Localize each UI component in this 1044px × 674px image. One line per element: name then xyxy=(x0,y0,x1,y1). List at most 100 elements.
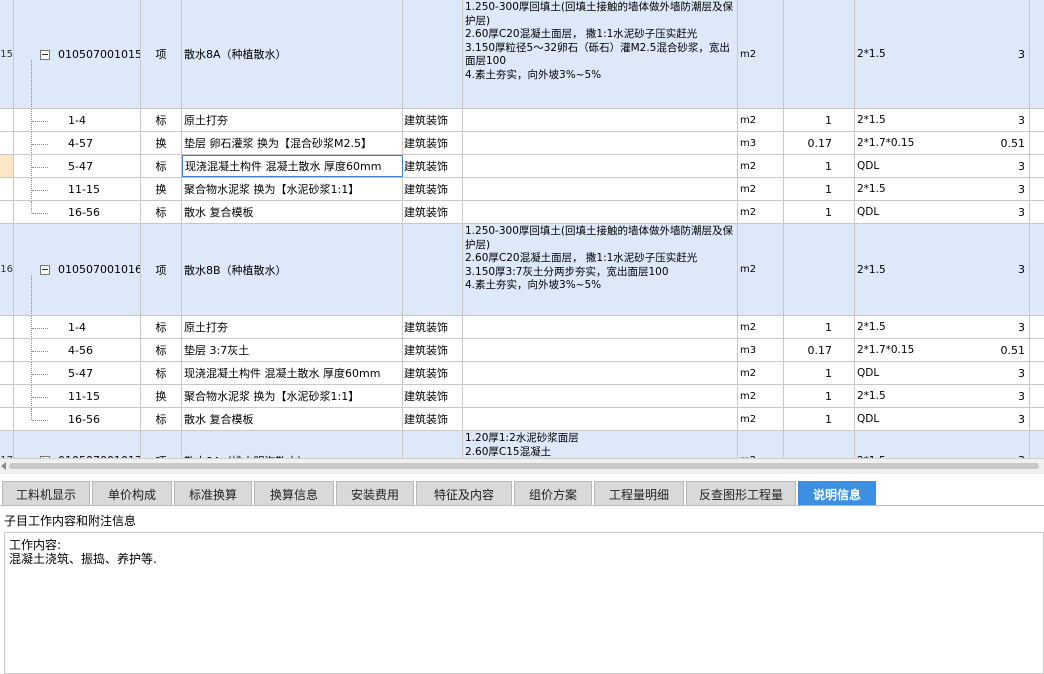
content-qty-cell[interactable]: 1 xyxy=(784,178,855,200)
tab-5[interactable]: 安装费用 xyxy=(336,481,414,506)
bill-item-row[interactable]: 15 010507001015 项散水8A（种植散水） 1.250-300厚回填土(回… xyxy=(0,0,1044,109)
type-cell[interactable]: 项 xyxy=(141,224,182,315)
code-cell[interactable]: 4-56 xyxy=(14,339,141,361)
quantity-cell[interactable]: 3 xyxy=(855,385,1030,407)
unit-cell[interactable]: m2 xyxy=(738,316,784,338)
type-cell[interactable]: 项 xyxy=(141,0,182,108)
quantity-cell[interactable]: 3 xyxy=(855,362,1030,384)
scroll-left-arrow-icon[interactable] xyxy=(1,462,6,470)
content-qty-cell[interactable]: 1 xyxy=(784,109,855,131)
quota-sub-row[interactable]: 5-47 标现浇混凝土构件 混凝土散水 厚度60mm 建筑装饰 m2 1 QDL 3 xyxy=(0,362,1044,385)
quota-sub-row[interactable]: 1-4 标原土打夯 建筑装饰 m2 1 2*1.5 3 xyxy=(0,316,1044,339)
name-cell[interactable]: 散水9A（排水明沟散水） xyxy=(182,431,403,458)
content-qty-cell[interactable]: 1 xyxy=(784,408,855,430)
tab-7[interactable]: 组价方案 xyxy=(514,481,592,506)
type-cell[interactable]: 换 xyxy=(141,385,182,407)
features-cell[interactable] xyxy=(463,362,738,384)
specialty-cell[interactable]: 建筑装饰 xyxy=(403,339,463,361)
quantity-cell[interactable]: 0.51 xyxy=(855,132,1030,154)
code-cell[interactable]: 16-56 xyxy=(14,408,141,430)
unit-cell[interactable]: m2 xyxy=(738,155,784,177)
horizontal-scrollbar[interactable] xyxy=(0,458,1044,474)
name-cell[interactable]: 散水 复合模板 xyxy=(182,201,403,223)
unit-cell[interactable]: m2 xyxy=(738,0,784,108)
tab-4[interactable]: 换算信息 xyxy=(254,481,334,506)
specialty-cell[interactable]: 建筑装饰 xyxy=(403,385,463,407)
unit-cell[interactable]: m2 xyxy=(738,408,784,430)
specialty-cell[interactable]: 建筑装饰 xyxy=(403,362,463,384)
code-cell[interactable]: 5-47 xyxy=(14,155,141,177)
specialty-cell[interactable]: 建筑装饰 xyxy=(403,155,463,177)
features-cell[interactable] xyxy=(463,132,738,154)
features-cell[interactable] xyxy=(463,178,738,200)
name-cell[interactable]: 垫层 3:7灰土 xyxy=(182,339,403,361)
features-cell[interactable] xyxy=(463,339,738,361)
quota-sub-row[interactable]: 4-56 标垫层 3:7灰土 建筑装饰 m3 0.17 2*1.7*0.15 0.51 xyxy=(0,339,1044,362)
quota-sub-row[interactable]: 16-56 标散水 复合模板 建筑装饰 m2 1 QDL 3 xyxy=(0,201,1044,224)
features-cell[interactable]: 1.250-300厚回填土(回填土接触的墙体做外墙防潮层及保护层) 2.60厚C2… xyxy=(463,0,738,108)
name-cell[interactable]: 现浇混凝土构件 混凝土散水 厚度60mm xyxy=(182,362,403,384)
features-cell[interactable]: 1.20厚1:2水泥砂浆面层2.60厚C15混凝土3.150厚粒径5～32卵石（… xyxy=(463,431,738,458)
features-cell[interactable] xyxy=(463,109,738,131)
content-qty-cell[interactable] xyxy=(784,0,855,108)
specialty-cell[interactable]: 建筑装饰 xyxy=(403,109,463,131)
quantity-cell[interactable]: 0.51 xyxy=(855,339,1030,361)
code-cell[interactable]: 010507001015 xyxy=(14,0,141,108)
name-cell[interactable]: 原土打夯 xyxy=(182,316,403,338)
specialty-cell[interactable] xyxy=(403,0,463,108)
code-cell[interactable]: 1-4 xyxy=(14,316,141,338)
type-cell[interactable]: 标 xyxy=(141,109,182,131)
name-cell[interactable]: 散水 复合模板 xyxy=(182,408,403,430)
content-qty-cell[interactable]: 1 xyxy=(784,385,855,407)
specialty-cell[interactable]: 建筑装饰 xyxy=(403,201,463,223)
unit-cell[interactable]: m2 xyxy=(738,385,784,407)
quantity-cell[interactable]: 3 xyxy=(855,431,1030,458)
content-qty-cell[interactable] xyxy=(784,431,855,458)
unit-cell[interactable]: m2 xyxy=(738,362,784,384)
type-cell[interactable]: 标 xyxy=(141,316,182,338)
quantity-cell[interactable]: 3 xyxy=(855,155,1030,177)
quantity-cell[interactable]: 3 xyxy=(855,178,1030,200)
features-cell[interactable]: 1.250-300厚回填土(回填土接触的墙体做外墙防潮层及保护层) 2.60厚C2… xyxy=(463,224,738,315)
quota-sub-row[interactable]: 11-15 换聚合物水泥浆 换为【水泥砂浆1:1】 建筑装饰 m2 1 2*1.5 3 xyxy=(0,178,1044,201)
code-cell[interactable]: 4-57 xyxy=(14,132,141,154)
tab-3[interactable]: 标准换算 xyxy=(174,481,252,506)
specialty-cell[interactable]: 建筑装饰 xyxy=(403,132,463,154)
code-cell[interactable]: 16-56 xyxy=(14,201,141,223)
type-cell[interactable]: 项 xyxy=(141,431,182,458)
tab-10[interactable]: 说明信息 xyxy=(798,481,876,506)
type-cell[interactable]: 标 xyxy=(141,362,182,384)
code-cell[interactable]: 1-4 xyxy=(14,109,141,131)
type-cell[interactable]: 标 xyxy=(141,408,182,430)
unit-cell[interactable]: m2 xyxy=(738,178,784,200)
type-cell[interactable]: 标 xyxy=(141,339,182,361)
bill-item-row[interactable]: 17010507001017项散水9A（排水明沟散水） 1.20厚1:2水泥砂浆面… xyxy=(0,431,1044,458)
content-qty-cell[interactable]: 0.17 xyxy=(784,339,855,361)
features-cell[interactable] xyxy=(463,155,738,177)
quota-sub-row[interactable]: 11-15 换聚合物水泥浆 换为【水泥砂浆1:1】 建筑装饰 m2 1 2*1.5 3 xyxy=(0,385,1044,408)
quota-grid[interactable]: 15 010507001015 项散水8A（种植散水） 1.250-300厚回填土(回… xyxy=(0,0,1044,458)
quota-sub-row[interactable]: 1-4 标原土打夯 建筑装饰 m2 1 2*1.5 3 xyxy=(0,109,1044,132)
name-cell[interactable]: 散水8B（种植散水） xyxy=(182,224,403,315)
collapse-toggle-icon[interactable] xyxy=(40,265,50,275)
features-cell[interactable] xyxy=(463,316,738,338)
collapse-toggle-icon[interactable] xyxy=(40,49,50,60)
unit-cell[interactable]: m2 xyxy=(738,431,784,458)
name-cell[interactable]: 原土打夯 xyxy=(182,109,403,131)
specialty-cell[interactable]: 建筑装饰 xyxy=(403,408,463,430)
unit-cell[interactable]: m3 xyxy=(738,132,784,154)
name-cell[interactable]: 现浇混凝土构件 混凝土散水 厚度60mm xyxy=(182,155,403,177)
quota-sub-row[interactable]: 16-56 标散水 复合模板 建筑装饰 m2 1 QDL 3 xyxy=(0,408,1044,431)
code-cell[interactable]: 010507001016 xyxy=(14,224,141,315)
specialty-cell[interactable] xyxy=(403,431,463,458)
type-cell[interactable]: 换 xyxy=(141,178,182,200)
bill-item-row[interactable]: 16 010507001016 项散水8B（种植散水） 1.250-300厚回填土(回… xyxy=(0,224,1044,316)
unit-cell[interactable]: m2 xyxy=(738,109,784,131)
specialty-cell[interactable]: 建筑装饰 xyxy=(403,178,463,200)
code-cell[interactable]: 11-15 xyxy=(14,385,141,407)
specialty-cell[interactable] xyxy=(403,224,463,315)
features-cell[interactable] xyxy=(463,385,738,407)
tab-8[interactable]: 工程量明细 xyxy=(594,481,684,506)
tab-1[interactable]: 工料机显示 xyxy=(2,481,90,506)
content-qty-cell[interactable] xyxy=(784,224,855,315)
